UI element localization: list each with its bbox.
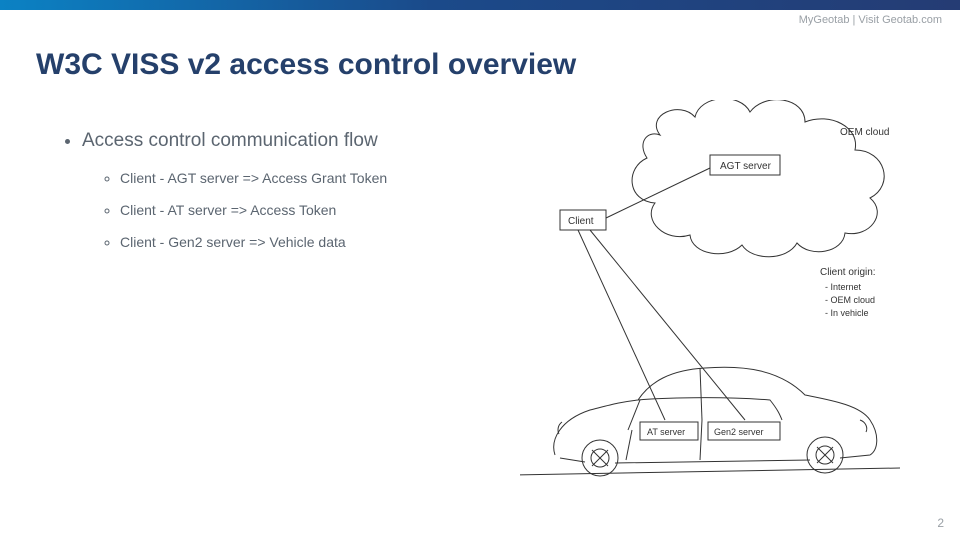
sub-bullet-list: Client - AGT server => Access Grant Toke…	[82, 170, 500, 250]
line-client-agt	[606, 168, 710, 218]
header-link[interactable]: MyGeotab | Visit Geotab.com	[799, 14, 942, 26]
origin-item-2: - OEM cloud	[825, 295, 875, 305]
line-client-gen2	[590, 230, 745, 420]
cloud-label: OEM cloud	[840, 127, 889, 138]
sub-bullet-3: Client - Gen2 server => Vehicle data	[120, 234, 500, 250]
bullet-list: Access control communication flow Client…	[60, 130, 500, 250]
slide: MyGeotab | Visit Geotab.com W3C VISS v2 …	[0, 0, 960, 540]
origin-item-3: - In vehicle	[825, 308, 869, 318]
architecture-diagram: OEM cloud AGT server Client Client origi…	[520, 100, 940, 500]
line-client-at	[578, 230, 665, 420]
slide-title: W3C VISS v2 access control overview	[36, 48, 576, 82]
bullet-main-text: Access control communication flow	[82, 130, 378, 151]
page-number: 2	[937, 516, 944, 530]
sub-bullet-2: Client - AT server => Access Token	[120, 202, 500, 218]
sub-bullet-1: Client - AGT server => Access Grant Toke…	[120, 170, 500, 186]
origin-item-1: - Internet	[825, 282, 862, 292]
agt-server-label: AGT server	[720, 161, 772, 172]
origin-title: Client origin:	[820, 267, 876, 278]
client-label: Client	[568, 216, 594, 227]
top-accent-bar	[0, 0, 960, 10]
bullet-main: Access control communication flow Client…	[82, 130, 500, 250]
at-server-label: AT server	[647, 427, 685, 437]
content-area: Access control communication flow Client…	[60, 130, 500, 268]
gen2-server-label: Gen2 server	[714, 427, 764, 437]
cloud-icon: OEM cloud	[632, 100, 889, 257]
